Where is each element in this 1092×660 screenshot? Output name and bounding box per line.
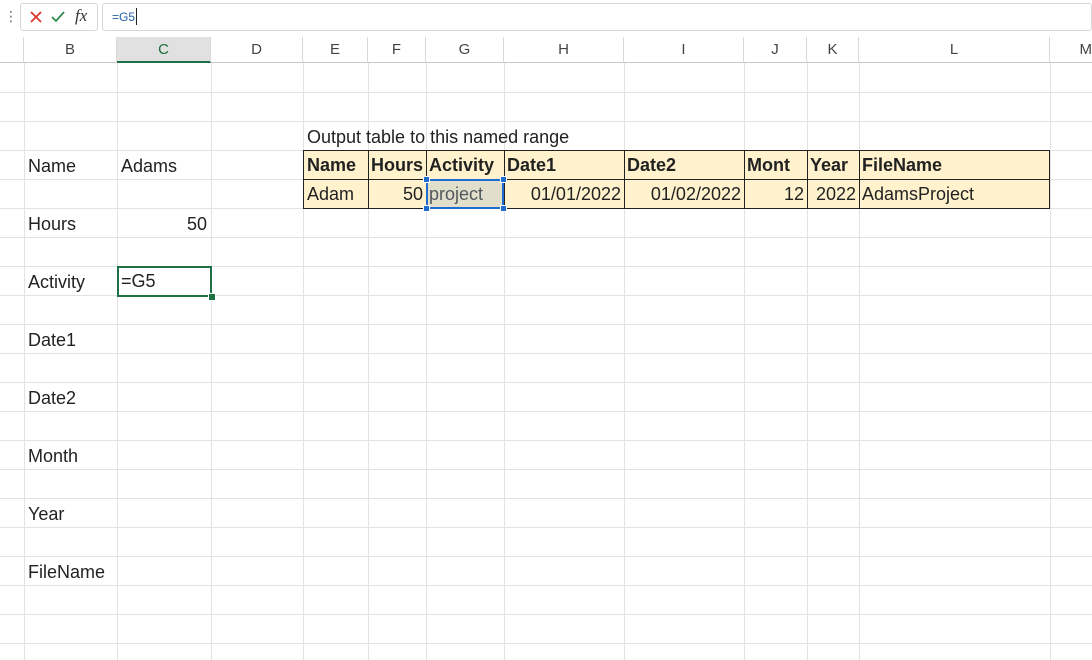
reference-handle[interactable] [500, 176, 507, 183]
gridline [0, 382, 1092, 383]
label-year[interactable]: Year [24, 500, 117, 529]
gridline [0, 585, 1092, 586]
table-header-cell[interactable]: Date2 [624, 151, 744, 180]
column-header-i[interactable]: I [624, 37, 744, 63]
drag-grip-icon[interactable]: ⋮ [4, 7, 18, 25]
table-cell[interactable]: 12 [744, 180, 807, 209]
gridline [211, 63, 212, 660]
gridline [0, 353, 1092, 354]
gridline [0, 643, 1092, 644]
checkmark-icon[interactable] [49, 8, 67, 26]
formula-reference-highlight [426, 179, 504, 209]
label-activity[interactable]: Activity [24, 268, 117, 297]
label-month[interactable]: Month [24, 442, 117, 471]
value-hours[interactable]: 50 [117, 210, 211, 239]
gridline [1050, 63, 1051, 660]
table-header-cell[interactable]: Date1 [504, 151, 624, 180]
table-header-cell[interactable]: Year [807, 151, 859, 180]
table-cell[interactable]: AdamsProject [859, 180, 1049, 209]
column-header-k[interactable]: K [807, 37, 859, 63]
active-cell-formula: =G5 [121, 271, 156, 291]
gridline [0, 469, 1092, 470]
text-caret [136, 8, 137, 25]
gridline [0, 92, 1092, 93]
label-hours[interactable]: Hours [24, 210, 117, 239]
formula-text: =G5 [112, 10, 136, 24]
label-filename[interactable]: FileName [24, 558, 117, 587]
insert-function-icon[interactable]: fx [75, 5, 87, 27]
column-header-j[interactable]: J [744, 37, 807, 63]
reference-handle[interactable] [500, 205, 507, 212]
reference-handle[interactable] [423, 205, 430, 212]
gridline [0, 324, 1092, 325]
gridline [0, 440, 1092, 441]
column-header-g[interactable]: G [426, 37, 504, 63]
formula-buttons: fx [20, 3, 98, 31]
label-date2[interactable]: Date2 [24, 384, 117, 413]
output-table: Name Hours Activity Date1 Date2 Mont Yea… [303, 150, 1050, 209]
table-cell[interactable]: 01/02/2022 [624, 180, 744, 209]
gridline [0, 614, 1092, 615]
table-cell[interactable]: Adam [304, 180, 368, 209]
gridline [0, 411, 1092, 412]
label-date1[interactable]: Date1 [24, 326, 117, 355]
formula-bar: ⋮ fx =G5 [0, 0, 1092, 33]
table-header-cell[interactable]: Hours [368, 151, 426, 180]
table-cell[interactable]: 50 [368, 180, 426, 209]
table-cell[interactable]: 01/01/2022 [504, 180, 624, 209]
gridline [0, 556, 1092, 557]
table-header-cell[interactable]: Activity [426, 151, 504, 180]
column-header-b[interactable]: B [24, 37, 117, 63]
gridline [0, 121, 1092, 122]
row-header-corner[interactable] [0, 37, 24, 63]
gridline [0, 527, 1092, 528]
output-table-caption[interactable]: Output table to this named range [303, 123, 703, 152]
gridline [0, 498, 1092, 499]
formula-input[interactable]: =G5 [102, 3, 1092, 31]
column-header-f[interactable]: F [368, 37, 426, 63]
active-cell[interactable]: =G5 [117, 266, 212, 297]
cancel-icon[interactable] [27, 8, 45, 26]
fill-handle[interactable] [208, 293, 216, 301]
table-header-cell[interactable]: FileName [859, 151, 1049, 180]
table-header-cell[interactable]: Mont [744, 151, 807, 180]
column-header-e[interactable]: E [303, 37, 368, 63]
table-header-cell[interactable]: Name [304, 151, 368, 180]
column-header-m[interactable]: M [1050, 37, 1092, 63]
column-header-l[interactable]: L [859, 37, 1050, 63]
reference-handle[interactable] [423, 176, 430, 183]
column-header-h[interactable]: H [504, 37, 624, 63]
column-header-c[interactable]: C [117, 37, 211, 63]
table-cell[interactable]: 2022 [807, 180, 859, 209]
column-header-d[interactable]: D [211, 37, 303, 63]
value-name[interactable]: Adams [117, 152, 211, 181]
label-name[interactable]: Name [24, 152, 117, 181]
